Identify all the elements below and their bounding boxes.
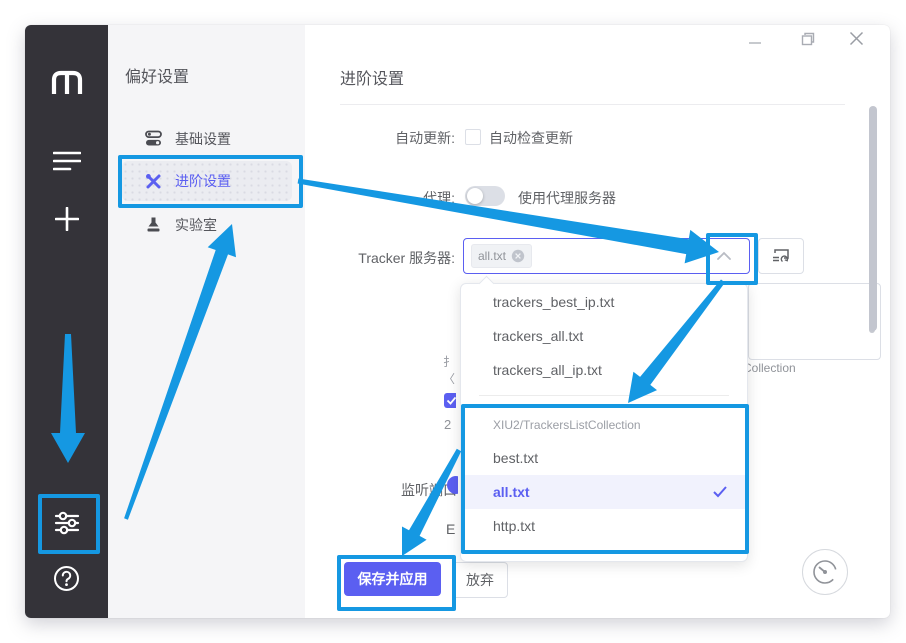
title-divider (340, 104, 845, 105)
dropdown-option[interactable]: trackers_best_ip.txt (493, 292, 614, 312)
tracker-label: Tracker 服务器: (295, 248, 455, 268)
tracker-dropdown: trackers_best_ip.txt trackers_all.txt tr… (460, 283, 748, 562)
sidebar-item-label: 实验室 (175, 215, 217, 235)
dropdown-option[interactable]: trackers_all_ip.txt (493, 360, 602, 380)
auto-update-label: 自动更新: (315, 128, 455, 148)
dropdown-option-selected[interactable]: all.txt (462, 475, 745, 509)
sidebar-item-lab[interactable]: 实验室 (122, 211, 292, 239)
screenshot-root: 偏好设置 基础设置 (0, 0, 906, 643)
restore-icon[interactable] (800, 31, 816, 47)
close-icon[interactable] (848, 30, 865, 47)
dropdown-group-label: XIU2/TrackersListCollection (493, 418, 641, 432)
main-scrollbar[interactable] (869, 106, 877, 331)
gauge-icon (812, 559, 838, 585)
speed-limit-button[interactable] (802, 549, 848, 595)
check-icon (712, 485, 728, 498)
help-text-fragment: 扌 (443, 353, 459, 367)
preferences-icon[interactable] (52, 508, 82, 538)
dropdown-option[interactable]: http.txt (493, 516, 535, 536)
sidebar-item-label: 进阶设置 (175, 171, 231, 191)
preferences-sidebar: 偏好设置 基础设置 (108, 25, 305, 618)
dropdown-caret (479, 276, 495, 292)
proxy-label: 代理: (315, 188, 455, 208)
toggles-icon (145, 130, 162, 147)
help-text-fragment: 〈 (443, 370, 459, 384)
toggle-on-fragment (447, 476, 458, 494)
sidebar-item-advanced[interactable]: 进阶设置 (122, 161, 292, 201)
tracker-select-input[interactable]: all.txt (463, 238, 750, 274)
task-list-icon[interactable] (53, 151, 81, 171)
sync-tracker-button[interactable] (758, 238, 804, 274)
proxy-toggle-label: 使用代理服务器 (518, 188, 616, 208)
chevron-up-icon[interactable] (716, 251, 732, 261)
sidebar-item-label: 基础设置 (175, 129, 231, 149)
app-sidebar (25, 25, 108, 618)
app-window: 偏好设置 基础设置 (25, 25, 890, 618)
tools-icon (145, 173, 162, 190)
add-task-icon[interactable] (55, 207, 79, 231)
listen-port-label: 监听端口 (305, 480, 457, 500)
help-icon[interactable] (53, 565, 80, 592)
collection-text-fragment: Collection (743, 361, 813, 375)
sidebar-item-basic[interactable]: 基础设置 (122, 125, 292, 153)
discard-button[interactable]: 放弃 (452, 562, 508, 598)
auto-update-checkbox[interactable] (465, 129, 481, 145)
dropdown-option-label: all.txt (493, 482, 530, 502)
dropdown-option[interactable]: trackers_all.txt (493, 326, 583, 346)
sync-tracker-icon (771, 248, 791, 264)
checked-checkbox-fragment (444, 393, 456, 408)
dropdown-option[interactable]: best.txt (493, 448, 538, 468)
page-title: 进阶设置 (340, 69, 404, 91)
preferences-title: 偏好设置 (125, 67, 189, 89)
toggle-knob (467, 188, 483, 204)
dropdown-divider (479, 395, 729, 396)
motrix-logo (49, 69, 85, 97)
minimize-icon[interactable] (747, 35, 765, 49)
number-fragment: 2 (444, 417, 456, 432)
letter-fragment: E (446, 521, 459, 538)
tracker-tag: all.txt (471, 244, 532, 268)
lab-icon (146, 216, 161, 233)
auto-update-checkbox-label: 自动检查更新 (489, 128, 573, 148)
save-apply-button[interactable]: 保存并应用 (344, 562, 441, 596)
tracker-tag-label: all.txt (478, 249, 506, 263)
tracker-source-textarea[interactable] (748, 283, 881, 360)
proxy-toggle[interactable] (465, 186, 505, 206)
tag-close-icon[interactable] (511, 249, 525, 263)
